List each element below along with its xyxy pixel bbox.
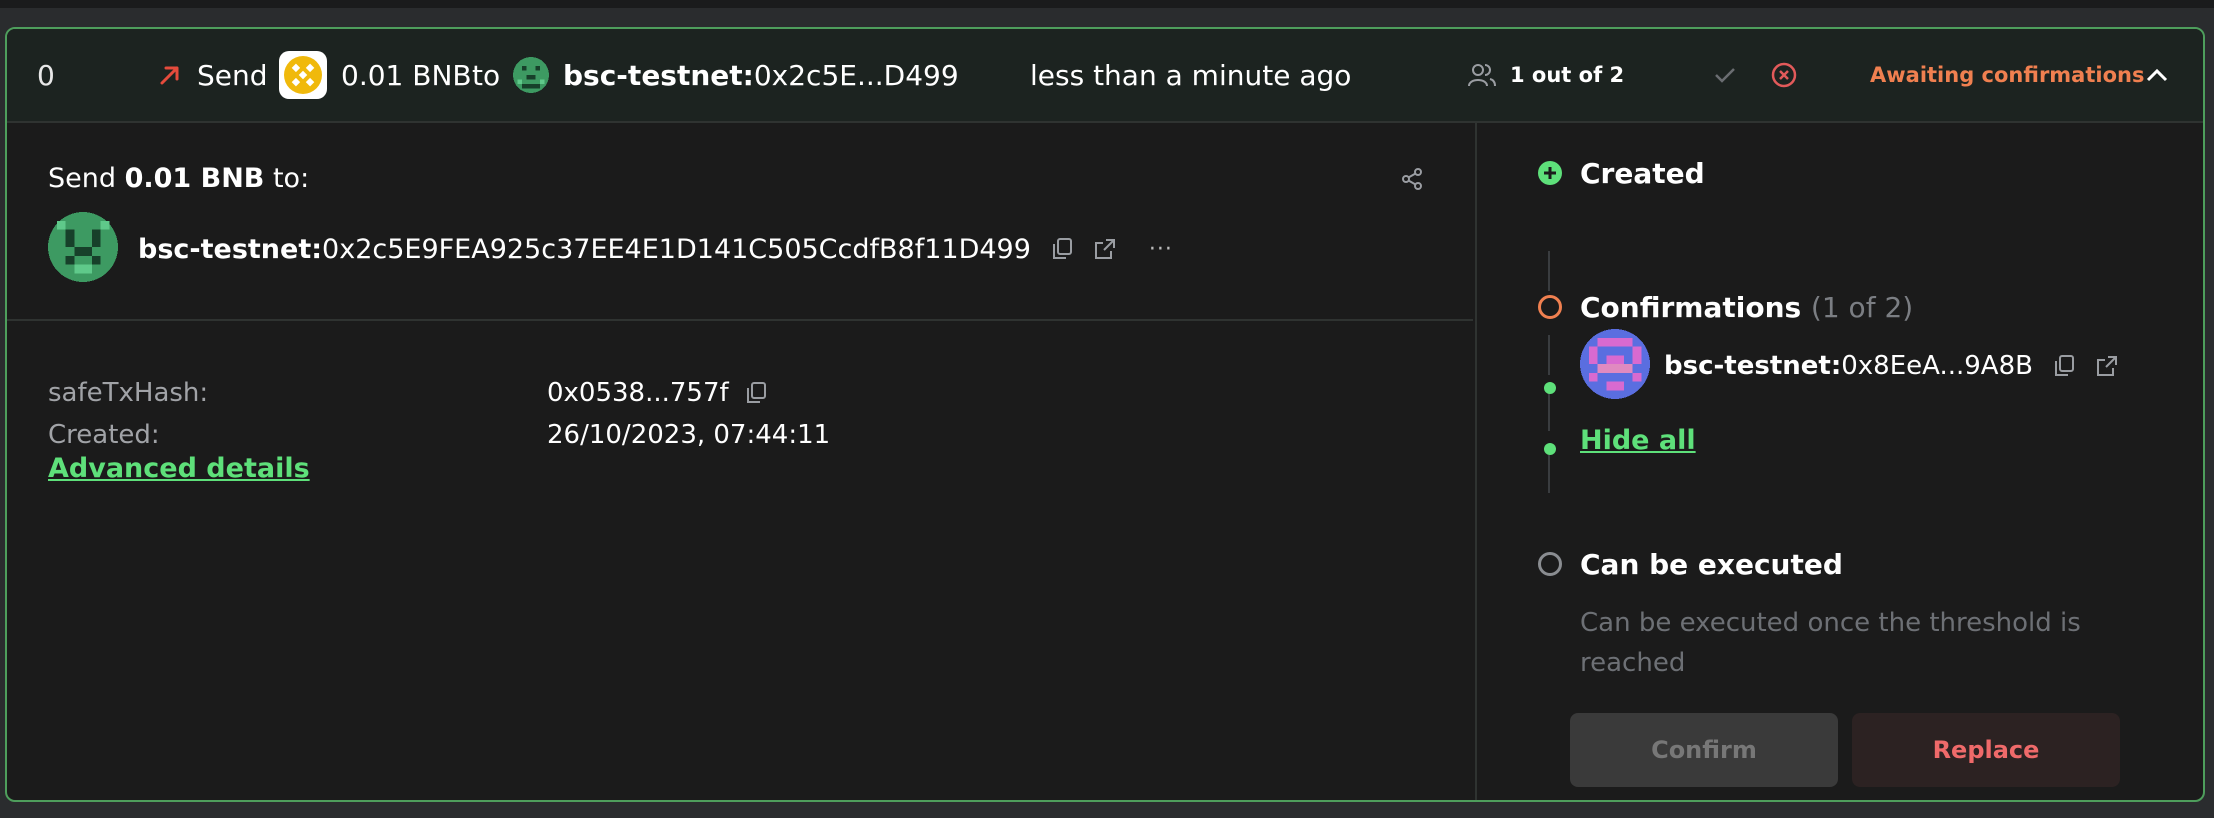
advanced-details-link[interactable]: Advanced details (48, 453, 310, 484)
copy-icon[interactable] (2053, 354, 2075, 378)
recipient-full-address: bsc-testnet:0x2c5E9FEA925c37EE4E1D141C50… (138, 234, 1031, 265)
transaction-card: 0 Send 0.01 BNB to bsc-testnet: 0x2c5E..… (5, 27, 2205, 802)
signers-icon (1468, 29, 1496, 121)
reject-icon[interactable] (1771, 29, 1797, 121)
window-top-strip (0, 0, 2214, 8)
details-divider (7, 319, 1473, 321)
owner-address: bsc-testnet:0x8EeA...9A8B (1664, 351, 2033, 381)
external-link-icon[interactable] (2095, 354, 2119, 378)
recipient-identicon-large (48, 212, 118, 286)
send-summary-heading: Send 0.01 BNB to: (48, 163, 309, 194)
timeline-connector (1548, 455, 1550, 493)
copy-icon[interactable] (1051, 237, 1073, 261)
share-icon[interactable] (1400, 167, 1424, 195)
recipient-full-value: 0x2c5E9FEA925c37EE4E1D141C505CcdfB8f11D4… (322, 233, 1031, 265)
recipient-chain-prefix: bsc-testnet: (563, 58, 754, 92)
owner-short: 0x8EeA...9A8B (1841, 351, 2033, 381)
timeline-created: Created (1580, 157, 1705, 190)
timeline-confirmations: Confirmations (1 of 2) (1580, 291, 1913, 324)
recipient-full-row: bsc-testnet:0x2c5E9FEA925c37EE4E1D141C50… (48, 212, 1173, 286)
confirmations-status-icon (1537, 294, 1563, 324)
status-badge: Awaiting confirmations (1870, 63, 2145, 87)
timeline-can-execute: Can be executed (1580, 548, 1843, 581)
signers-count: 1 out of 2 (1510, 63, 1625, 87)
owner-identicon (1580, 329, 1650, 403)
confirm-button[interactable]: Confirm (1570, 713, 1838, 787)
created-label: Created: (48, 420, 160, 450)
chevron-up-icon[interactable] (2145, 29, 2169, 121)
safe-tx-hash-label: safeTxHash: (48, 378, 209, 408)
hide-all-link[interactable]: Hide all (1580, 425, 1696, 456)
timeline-connector (1548, 251, 1550, 291)
created-value: 26/10/2023, 07:44:11 (547, 420, 831, 450)
can-execute-status-icon (1537, 551, 1563, 581)
replace-button[interactable]: Replace (1852, 713, 2120, 787)
bnb-logo (279, 29, 327, 121)
transaction-summary-row[interactable]: 0 Send 0.01 BNB to bsc-testnet: 0x2c5E..… (7, 29, 2203, 123)
safe-tx-hash-value-row: 0x0538...757f (547, 378, 767, 408)
confirmation-dot (1543, 380, 1557, 399)
timeline-connector (1548, 335, 1550, 375)
confirmations-count: (1 of 2) (1810, 291, 1914, 324)
external-link-icon[interactable] (1093, 237, 1117, 261)
to-word: to (472, 58, 501, 92)
send-prefix: Send (48, 163, 125, 194)
send-suffix: to: (264, 163, 310, 194)
more-icon[interactable]: ··· (1149, 237, 1173, 262)
recipient-full-prefix: bsc-testnet: (138, 233, 323, 265)
send-amount: 0.01 BNB (124, 163, 265, 194)
execute-note: Can be executed once the threshold is re… (1580, 608, 2081, 678)
tx-details-panel: Send 0.01 BNB to: bsc-testnet:0x2c5E9FEA… (7, 123, 1473, 800)
check-icon (1714, 29, 1736, 121)
send-arrow-icon (158, 29, 184, 121)
recipient-short-address: bsc-testnet: 0x2c5E...D499 (563, 29, 959, 121)
tx-age: less than a minute ago (1030, 58, 1352, 92)
confirmed-owner-row: bsc-testnet:0x8EeA...9A8B (1580, 329, 2119, 403)
recipient-identicon (513, 29, 549, 121)
confirmations-label: Confirmations (1580, 291, 1802, 324)
tx-status-timeline: Created Confirmations (1 of 2) bsc-testn… (1475, 123, 2203, 800)
owner-chain-prefix: bsc-testnet: (1664, 351, 1842, 381)
safe-tx-hash-value: 0x0538...757f (547, 378, 729, 408)
tx-nonce: 0 (37, 58, 55, 92)
tx-amount: 0.01 BNB (341, 58, 472, 92)
hide-all-dot (1543, 441, 1557, 460)
created-plus-icon (1537, 160, 1563, 190)
tx-type-label: Send (197, 58, 268, 92)
recipient-short: 0x2c5E...D499 (753, 58, 959, 92)
copy-icon[interactable] (745, 381, 767, 405)
